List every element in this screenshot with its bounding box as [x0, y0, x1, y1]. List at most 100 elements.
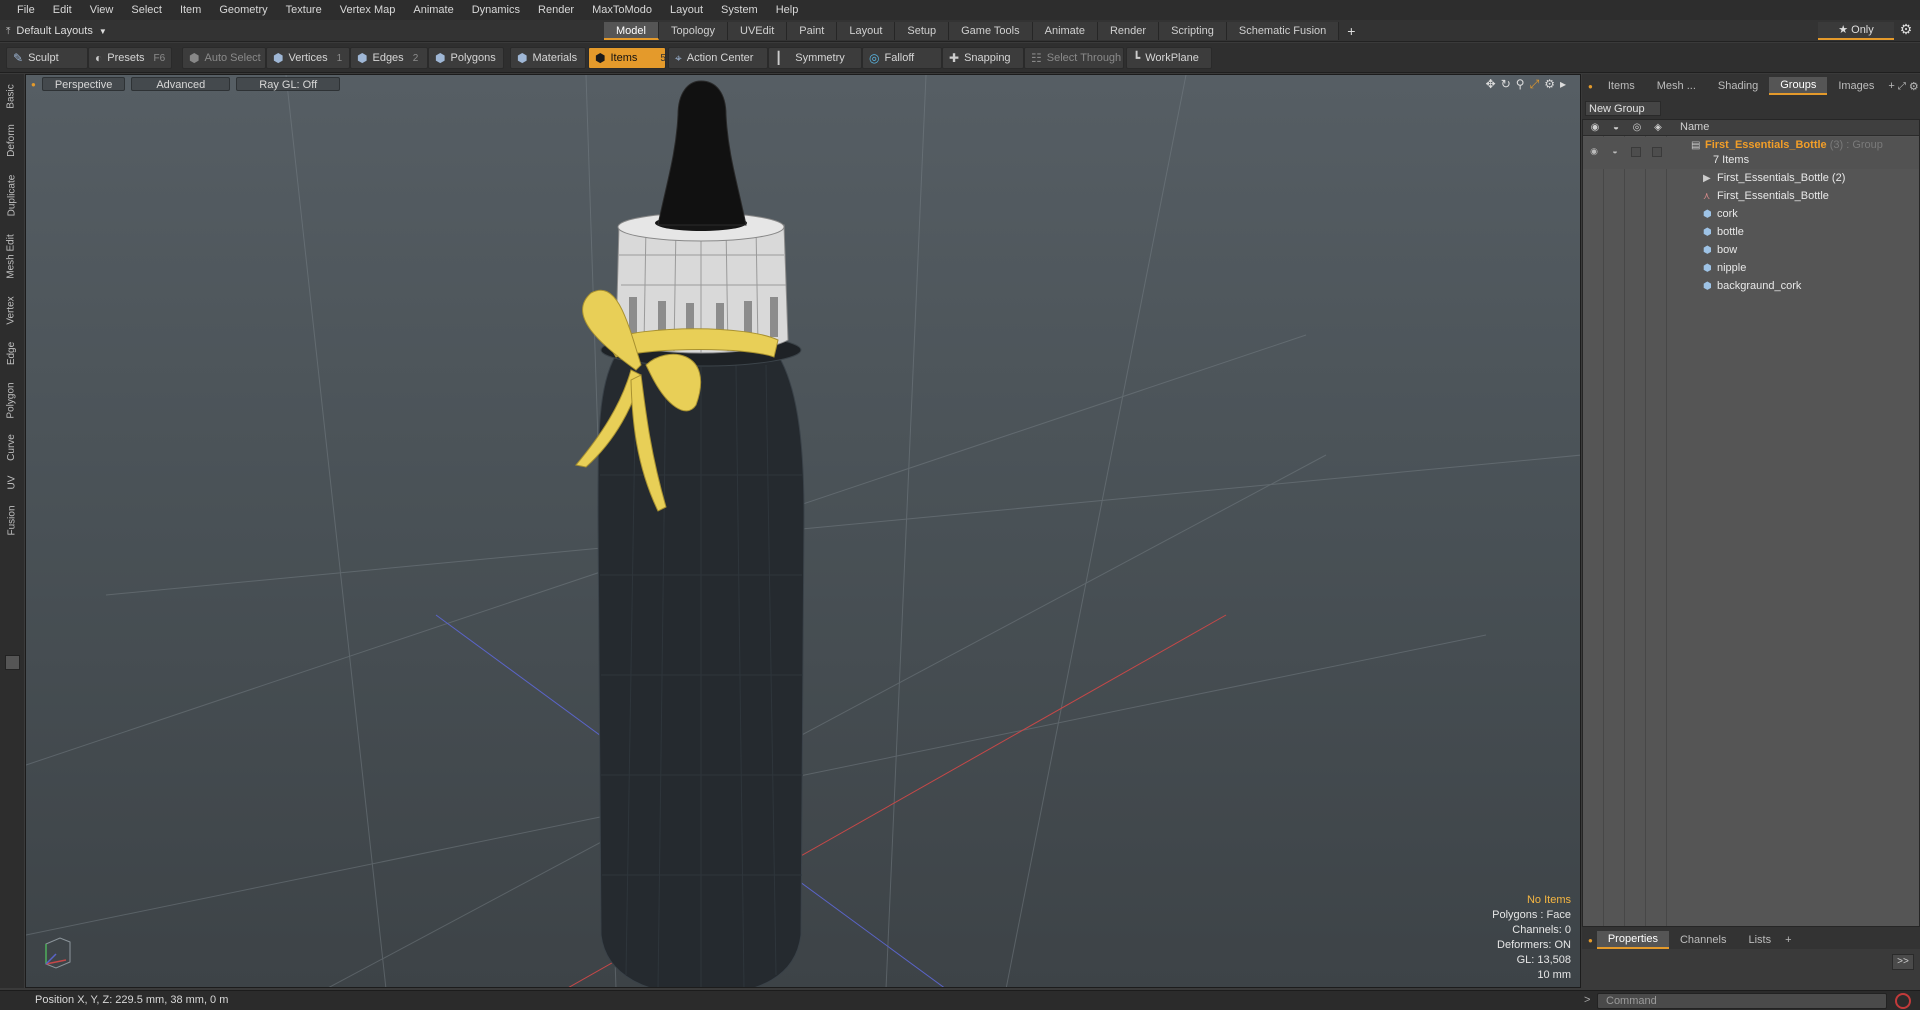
- tab-animate[interactable]: Animate: [1032, 22, 1098, 40]
- tab-paint[interactable]: Paint: [787, 22, 838, 40]
- tree-item-row[interactable]: ⬢ cork: [1583, 206, 1919, 224]
- tab-render[interactable]: Render: [1097, 22, 1160, 40]
- select-through-button[interactable]: ☷ Select Through: [1024, 47, 1124, 69]
- tab-groups[interactable]: Groups: [1769, 77, 1828, 95]
- tab-uvedit[interactable]: UVEdit: [728, 22, 788, 40]
- vtab-deform[interactable]: Deform: [3, 118, 20, 162]
- vtab-fusion[interactable]: Fusion: [3, 500, 20, 540]
- vtab-edge[interactable]: Edge: [3, 336, 20, 370]
- tree-item-row[interactable]: ⬢ bottle: [1583, 224, 1919, 242]
- polygons-button[interactable]: ⬢ Polygons: [428, 47, 504, 69]
- tree-item-row[interactable]: ⋏ First_Essentials_Bottle: [1583, 188, 1919, 206]
- presets-button[interactable]: ◐ Presets F6: [88, 47, 172, 69]
- vtab-uv[interactable]: UV: [3, 470, 20, 494]
- tree-item-row[interactable]: ▶ First_Essentials_Bottle (2): [1583, 170, 1919, 188]
- expand-properties-button[interactable]: >>: [1892, 954, 1914, 970]
- add-layout-tab-button[interactable]: +: [1339, 22, 1363, 40]
- menu-texture[interactable]: Texture: [277, 0, 331, 20]
- tree-item-row[interactable]: ⬢ nipple: [1583, 260, 1919, 278]
- 3d-viewport[interactable]: ● Perspective Advanced Ray GL: Off ✥ ↻ ⚲…: [25, 74, 1581, 988]
- name-column-header[interactable]: Name: [1680, 121, 1709, 133]
- vtab-basic[interactable]: Basic: [3, 78, 20, 114]
- tab-schematic-fusion[interactable]: Schematic Fusion: [1226, 22, 1340, 40]
- auto-select-button[interactable]: ⬢ Auto Select: [182, 47, 266, 69]
- workplane-button[interactable]: ┗ WorkPlane: [1126, 47, 1212, 69]
- tab-game-tools[interactable]: Game Tools: [949, 22, 1033, 40]
- add-tab-icon[interactable]: +: [1885, 80, 1897, 92]
- select-col-icon[interactable]: ◈: [1651, 122, 1665, 134]
- gear-icon[interactable]: ⚙: [1896, 21, 1916, 38]
- menu-file[interactable]: File: [8, 0, 44, 20]
- vtab-curve[interactable]: Curve: [3, 430, 20, 464]
- menu-dynamics[interactable]: Dynamics: [463, 0, 529, 20]
- menu-select[interactable]: Select: [122, 0, 171, 20]
- viewport-gear-icon[interactable]: ⚙: [1544, 77, 1555, 92]
- tab-model[interactable]: Model: [604, 22, 659, 40]
- symmetry-button[interactable]: ┃ Symmetry: [768, 47, 862, 69]
- visibility-col-icon[interactable]: ◉: [1588, 122, 1602, 134]
- menu-maxtomodo[interactable]: MaxToModo: [583, 0, 661, 20]
- zoom-icon[interactable]: ⚲: [1516, 77, 1525, 92]
- tab-scripting[interactable]: Scripting: [1159, 22, 1227, 40]
- group-row[interactable]: ◉ ◒ ▤ First_Essentials_Bottle (3) : Grou…: [1583, 137, 1919, 169]
- layout-dropdown[interactable]: ⤒ Default Layouts ▼: [6, 22, 107, 40]
- vtab-vertex[interactable]: Vertex: [3, 290, 20, 330]
- tab-layout[interactable]: Layout: [837, 22, 896, 40]
- properties-menu-icon[interactable]: ●: [1582, 936, 1597, 945]
- panel-menu-icon[interactable]: ●: [1582, 82, 1597, 91]
- expand-arrow-icon[interactable]: ▶: [1703, 173, 1714, 184]
- tab-channels[interactable]: Channels: [1669, 932, 1737, 948]
- menu-view[interactable]: View: [81, 0, 123, 20]
- vtab-polygon[interactable]: Polygon: [3, 376, 20, 424]
- eye-icon[interactable]: ◉: [1588, 146, 1600, 157]
- tab-lists[interactable]: Lists: [1737, 932, 1782, 948]
- viewport-more-icon[interactable]: ▸: [1560, 77, 1566, 92]
- menu-layout[interactable]: Layout: [661, 0, 712, 20]
- sculpt-button[interactable]: ✎ Sculpt: [6, 47, 88, 69]
- new-group-button[interactable]: New Group: [1585, 101, 1661, 116]
- snapping-button[interactable]: ✚ Snapping: [942, 47, 1024, 69]
- shading-dropdown[interactable]: Advanced: [131, 77, 231, 91]
- menu-vertex-map[interactable]: Vertex Map: [331, 0, 405, 20]
- tool-palette-toggle[interactable]: [5, 655, 20, 670]
- menu-edit[interactable]: Edit: [44, 0, 81, 20]
- viewport-menu-icon[interactable]: ●: [31, 80, 36, 89]
- view-type-dropdown[interactable]: Perspective: [41, 77, 126, 91]
- lock-checkbox[interactable]: [1631, 147, 1641, 157]
- raygl-toggle[interactable]: Ray GL: Off: [236, 77, 341, 91]
- tab-shading[interactable]: Shading: [1707, 78, 1769, 94]
- command-input[interactable]: [1597, 993, 1887, 1009]
- materials-button[interactable]: ⬢ Materials: [510, 47, 586, 69]
- tab-properties[interactable]: Properties: [1596, 931, 1669, 949]
- menu-render[interactable]: Render: [529, 0, 583, 20]
- tab-images[interactable]: Images: [1827, 78, 1885, 94]
- tab-setup[interactable]: Setup: [895, 22, 950, 40]
- falloff-button[interactable]: ◎ Falloff: [862, 47, 942, 69]
- select-checkbox[interactable]: [1652, 147, 1662, 157]
- lock-col-icon[interactable]: ◎: [1630, 122, 1644, 134]
- fit-icon[interactable]: ⤢: [1530, 77, 1540, 92]
- vtab-mesh-edit[interactable]: Mesh Edit: [3, 228, 20, 284]
- render-col-icon[interactable]: ◒: [1609, 122, 1623, 134]
- menu-help[interactable]: Help: [767, 0, 808, 20]
- items-button[interactable]: ⬢ Items 5: [588, 47, 666, 69]
- edges-button[interactable]: ⬢ Edges 2: [350, 47, 428, 69]
- panel-gear-icon[interactable]: ⚙: [1906, 80, 1919, 93]
- layout-collapse-icon[interactable]: ⤒: [6, 26, 10, 37]
- rotate-icon[interactable]: ↻: [1501, 77, 1511, 92]
- expand-panel-icon[interactable]: ⤢: [1898, 81, 1906, 92]
- tree-item-row[interactable]: ⬢ backgraund_cork: [1583, 278, 1919, 296]
- tab-mesh[interactable]: Mesh ...: [1646, 78, 1707, 94]
- add-properties-tab-icon[interactable]: +: [1782, 934, 1794, 946]
- tab-topology[interactable]: Topology: [658, 22, 729, 40]
- vtab-duplicate[interactable]: Duplicate: [3, 168, 20, 222]
- menu-item[interactable]: Item: [171, 0, 210, 20]
- menu-animate[interactable]: Animate: [404, 0, 462, 20]
- render-icon[interactable]: ◒: [1609, 146, 1621, 157]
- tab-items[interactable]: Items: [1597, 78, 1646, 94]
- tree-item-row[interactable]: ⬢ bow: [1583, 242, 1919, 260]
- vertices-button[interactable]: ⬢ Vertices 1: [266, 47, 350, 69]
- menu-geometry[interactable]: Geometry: [210, 0, 276, 20]
- only-toggle-button[interactable]: ★ Only: [1818, 22, 1894, 40]
- pan-icon[interactable]: ✥: [1486, 77, 1496, 92]
